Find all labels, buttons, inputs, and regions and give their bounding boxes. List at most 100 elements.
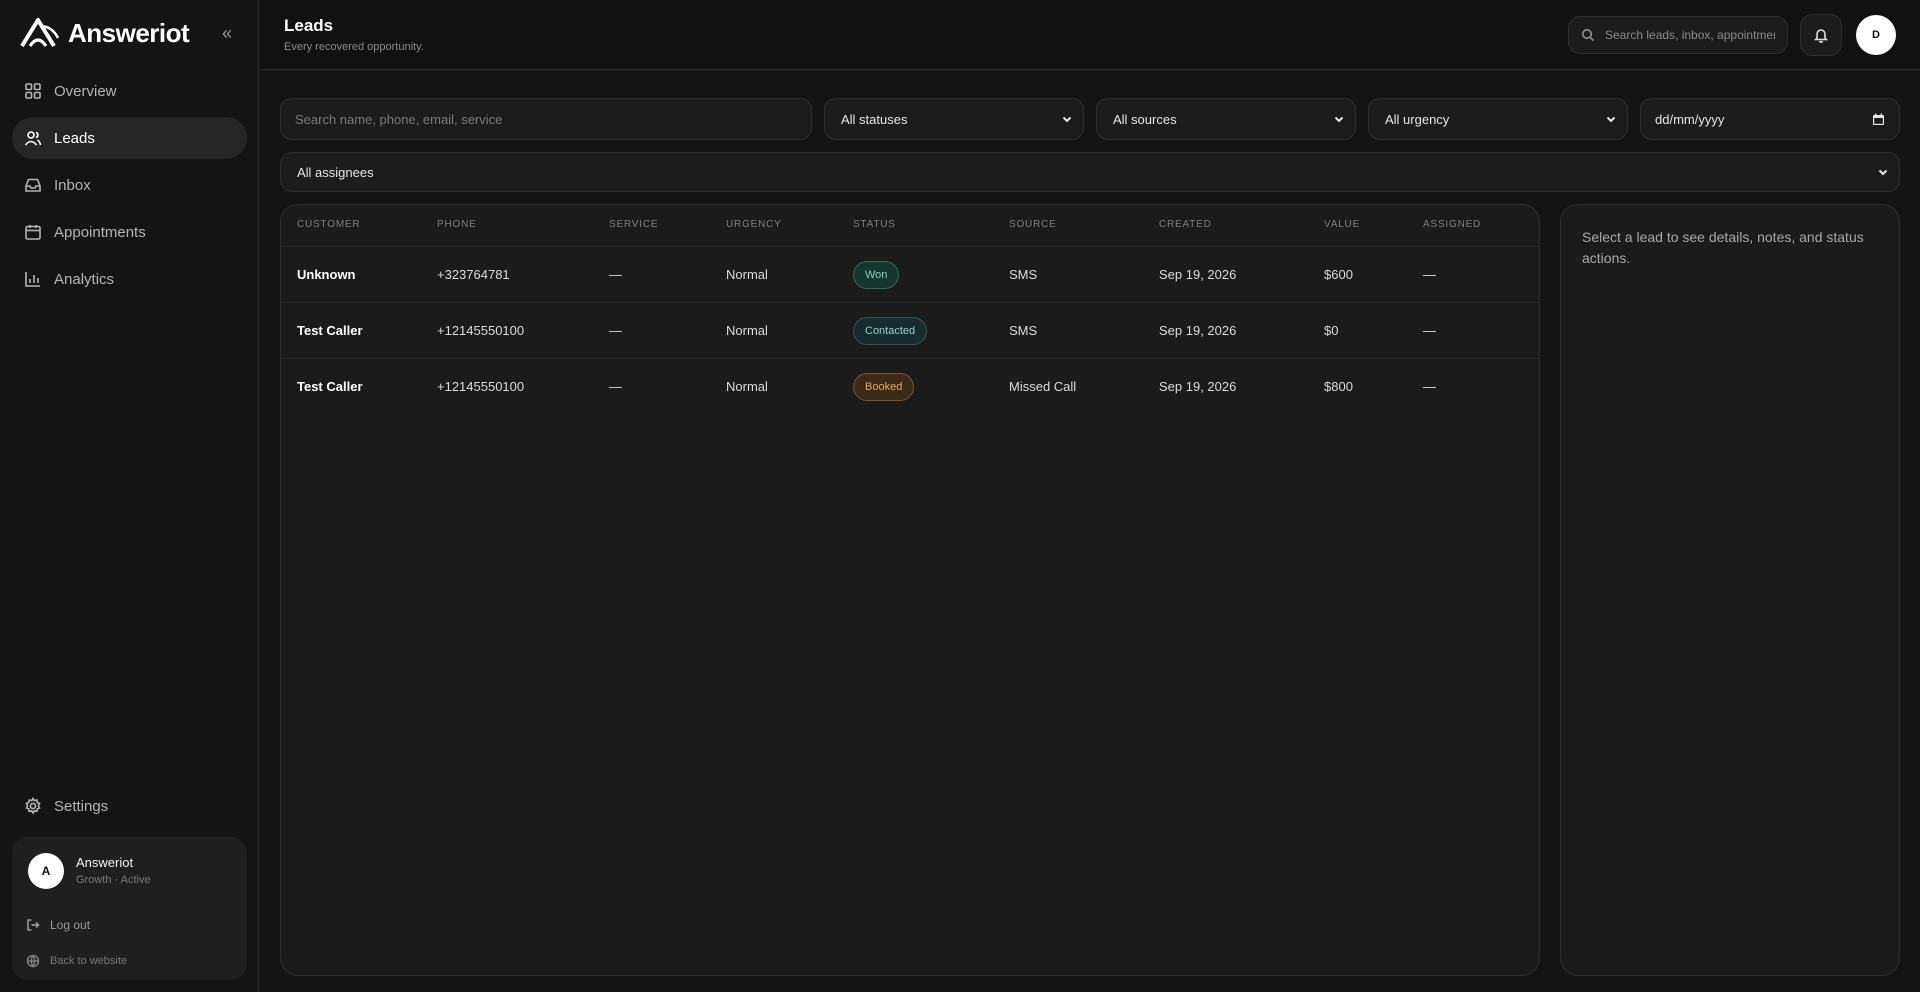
sidebar-item-inbox[interactable]: Inbox xyxy=(12,164,247,206)
cell-assigned: — xyxy=(1423,379,1436,394)
assignee-filter-value: All assignees xyxy=(297,164,374,180)
status-filter-value: All statuses xyxy=(841,111,908,127)
top-header: Leads Every recovered opportunity. D xyxy=(260,0,1920,70)
sidebar-item-leads[interactable]: Leads xyxy=(12,117,247,159)
cell-customer: Test Caller xyxy=(297,379,363,394)
urgency-filter-select[interactable]: All urgency xyxy=(1368,98,1628,140)
date-filter-placeholder: dd/mm/yyyy xyxy=(1655,111,1725,127)
back-to-website-label: Back to website xyxy=(50,955,128,967)
cell-created: Sep 19, 2026 xyxy=(1159,323,1237,338)
sidebar-item-label: Inbox xyxy=(54,176,91,194)
sidebar-item-appointments[interactable]: Appointments xyxy=(12,211,247,253)
cell-value: $600 xyxy=(1324,267,1353,282)
table-row[interactable]: Test Caller +12145550100 — Normal Contac… xyxy=(281,303,1539,359)
collapse-sidebar-button[interactable]: « xyxy=(216,22,238,44)
sidebar-item-overview[interactable]: Overview xyxy=(12,70,247,112)
calendar-icon xyxy=(25,225,41,240)
user-name: Answeriot xyxy=(76,855,134,870)
cell-service: — xyxy=(609,323,622,338)
grid-icon xyxy=(25,83,41,99)
cell-phone: +12145550100 xyxy=(437,379,525,394)
sidebar-item-label: Leads xyxy=(54,129,95,147)
logout-icon xyxy=(27,919,40,931)
column-header-service[interactable]: SERVICE xyxy=(609,219,658,230)
cell-urgency: Normal xyxy=(726,267,768,282)
brand-name: Answeriot xyxy=(68,17,190,48)
column-header-created[interactable]: CREATED xyxy=(1159,219,1212,230)
chevron-down-icon xyxy=(1334,116,1344,123)
column-header-customer[interactable]: CUSTOMER xyxy=(297,219,360,230)
sidebar-item-label: Analytics xyxy=(54,270,115,288)
assignee-filter-select[interactable]: All assignees xyxy=(280,152,1900,192)
cell-source: Missed Call xyxy=(1009,379,1077,394)
lead-search-input[interactable] xyxy=(280,98,812,140)
column-header-urgency[interactable]: URGENCY xyxy=(726,219,782,230)
status-badge: Booked xyxy=(853,373,915,401)
page-title: Leads xyxy=(284,16,334,35)
cell-customer: Unknown xyxy=(297,267,356,282)
cell-urgency: Normal xyxy=(726,323,768,338)
search-icon xyxy=(1581,28,1595,42)
table-row[interactable]: Unknown +323764781 — Normal Won SMS Sep … xyxy=(281,247,1539,303)
user-plan-status: Growth · Active xyxy=(76,874,151,886)
account-avatar[interactable]: D xyxy=(1856,15,1896,55)
cell-urgency: Normal xyxy=(726,379,768,394)
brand-logo[interactable]: Answeriot xyxy=(18,16,190,50)
cell-service: — xyxy=(609,267,622,282)
logout-button[interactable]: Log out xyxy=(26,918,90,932)
users-icon xyxy=(24,131,42,146)
sidebar-item-analytics[interactable]: Analytics xyxy=(12,258,247,300)
back-to-website-link[interactable]: Back to website xyxy=(26,954,127,968)
table-header: CUSTOMER PHONE SERVICE URGENCY STATUS SO… xyxy=(281,205,1539,247)
status-badge: Contacted xyxy=(853,317,928,345)
sidebar: Answeriot « Overview Leads Inbox Appoint… xyxy=(0,0,259,992)
chevron-down-icon xyxy=(1062,116,1072,123)
calendar-picker-icon[interactable] xyxy=(1872,113,1885,126)
chevron-down-icon xyxy=(1606,116,1616,123)
cell-created: Sep 19, 2026 xyxy=(1159,379,1237,394)
sidebar-item-label: Settings xyxy=(54,797,109,815)
sidebar-nav: Overview Leads Inbox Appointments Analyt… xyxy=(12,70,247,305)
cell-phone: +323764781 xyxy=(437,267,510,282)
sidebar-item-label: Overview xyxy=(54,82,117,100)
page-subtitle: Every recovered opportunity. xyxy=(284,41,424,53)
status-filter-select[interactable]: All statuses xyxy=(824,98,1084,140)
logout-label: Log out xyxy=(50,918,91,932)
column-header-status[interactable]: STATUS xyxy=(853,219,896,230)
lead-detail-panel: Select a lead to see details, notes, and… xyxy=(1560,204,1900,976)
global-search[interactable] xyxy=(1568,16,1788,54)
global-search-input[interactable] xyxy=(1605,28,1775,42)
bar-chart-icon xyxy=(25,272,40,287)
table-row[interactable]: Test Caller +12145550100 — Normal Booked… xyxy=(281,359,1539,415)
cell-value: $800 xyxy=(1324,379,1353,394)
gear-icon xyxy=(25,797,41,815)
column-header-assigned[interactable]: ASSIGNED xyxy=(1423,219,1481,230)
cell-customer: Test Caller xyxy=(297,323,363,338)
cell-source: SMS xyxy=(1009,323,1038,338)
user-card: A Answeriot Growth · Active Log out Back… xyxy=(12,837,247,980)
cell-service: — xyxy=(609,379,622,394)
cell-value: $0 xyxy=(1324,323,1339,338)
sidebar-item-label: Appointments xyxy=(54,223,146,241)
cell-assigned: — xyxy=(1423,323,1436,338)
cell-assigned: — xyxy=(1423,267,1436,282)
user-avatar[interactable]: A xyxy=(28,853,64,889)
column-header-source[interactable]: SOURCE xyxy=(1009,219,1057,230)
detail-empty-message: Select a lead to see details, notes, and… xyxy=(1582,229,1864,266)
cell-source: SMS xyxy=(1009,267,1038,282)
globe-icon xyxy=(26,954,40,968)
leads-table: CUSTOMER PHONE SERVICE URGENCY STATUS SO… xyxy=(280,204,1540,976)
bell-icon xyxy=(1813,29,1829,43)
notifications-button[interactable] xyxy=(1800,14,1842,56)
column-header-value[interactable]: VALUE xyxy=(1324,219,1360,230)
sidebar-settings-container: Settings xyxy=(12,785,247,832)
cell-created: Sep 19, 2026 xyxy=(1159,267,1237,282)
inbox-icon xyxy=(25,178,41,192)
source-filter-value: All sources xyxy=(1113,111,1177,127)
source-filter-select[interactable]: All sources xyxy=(1096,98,1356,140)
status-badge: Won xyxy=(853,261,900,289)
chevron-down-icon xyxy=(1878,169,1888,176)
sidebar-item-settings[interactable]: Settings xyxy=(12,785,247,827)
date-filter-input[interactable]: dd/mm/yyyy xyxy=(1640,98,1900,140)
column-header-phone[interactable]: PHONE xyxy=(437,219,477,230)
